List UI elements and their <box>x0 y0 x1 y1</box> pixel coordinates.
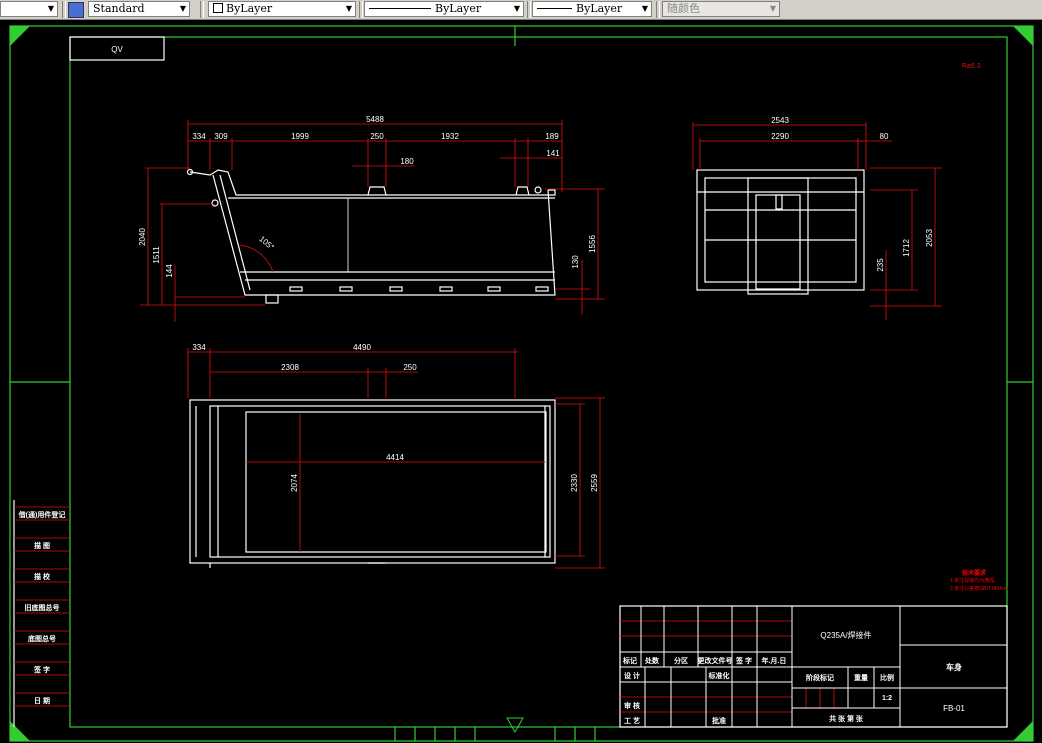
dimension-label: 标准化 <box>708 671 730 680</box>
dimension-label: 1712 <box>902 239 911 257</box>
dimension-label: 技术要求 <box>962 569 987 577</box>
dimension-label: 分区 <box>674 656 688 665</box>
title-block: Q235A/焊接件 车身 FB-01 标记 处数 分区 更改文件号 签 字 年.… <box>619 605 1008 728</box>
line-sample-icon <box>369 8 431 9</box>
centering-mark <box>506 717 524 734</box>
text-style-dropdown[interactable]: Standard ▼ <box>88 1 190 17</box>
corner-mark <box>10 721 30 741</box>
dimension-label: 180 <box>400 157 414 166</box>
dimension-label: 334 <box>192 132 206 141</box>
dimension-label: 80 <box>880 132 889 141</box>
end-view: 2543 2290 80 235 1712 2053 <box>692 116 942 320</box>
dimension-label: 底图总号 <box>28 634 56 643</box>
dimension-label: 4414 <box>386 453 404 462</box>
dimension-label: 250 <box>403 363 417 372</box>
part-name: 车身 <box>946 662 962 672</box>
surface-roughness-mark: Ra6.3 <box>962 63 981 70</box>
plotstyle-dropdown: 随颜色 ▼ <box>662 1 780 17</box>
dimension-label: 130 <box>571 255 580 269</box>
dimension-label: 1556 <box>588 235 597 253</box>
text-style-icon[interactable] <box>68 2 84 18</box>
dimension-label: 描 校 <box>34 572 51 581</box>
top-view: 334 4490 2308 250 4414 2074 2330 2559 <box>187 343 605 569</box>
dimension-label: 2.未注公差按GB/T1804-m <box>950 585 1008 592</box>
dimension-label: 审 核 <box>624 701 640 710</box>
dimension-label: 日 期 <box>34 696 50 705</box>
chevron-down-icon: ▼ <box>47 4 54 13</box>
dimension-label: 2330 <box>570 474 579 492</box>
dimension-label: 重量 <box>854 673 868 682</box>
dimension-label: 2543 <box>771 116 789 125</box>
dimension-label: 比例 <box>880 673 894 682</box>
dimension-label: 2053 <box>925 229 934 247</box>
side-view: 5488 334 309 1999 250 1932 189 180 141 2… <box>138 115 605 322</box>
dimension-label: 5488 <box>366 115 384 124</box>
corner-mark <box>10 26 30 46</box>
color-value: ByLayer <box>226 2 273 15</box>
dimension-label: 阶段标记 <box>806 673 834 682</box>
side-register-table: 借(通)用件登记 描 图 描 校 旧底图总号 底图总号 签 字 日 期 <box>13 500 70 727</box>
lineweight-dropdown[interactable]: ByLayer ▼ <box>532 1 652 17</box>
dimension-label: 1:2 <box>882 695 892 702</box>
dimension-label: 334 <box>192 343 206 352</box>
corner-mark <box>1013 721 1033 741</box>
dimension-label: 工 艺 <box>624 716 640 725</box>
layer-dropdown[interactable]: ▼ <box>0 1 58 17</box>
dimension-label: 旧底图总号 <box>25 603 60 612</box>
dimension-label: 250 <box>370 132 384 141</box>
dimension-label: 更改文件号 <box>698 656 733 665</box>
dimension-label: 2559 <box>590 474 599 492</box>
dimension-label: 235 <box>876 258 885 272</box>
dimension-label: 309 <box>214 132 228 141</box>
line-sample-icon <box>537 8 572 9</box>
dimension-label: 2290 <box>771 132 789 141</box>
corner-mark <box>1013 26 1033 46</box>
dimension-label: 签 字 <box>33 665 50 674</box>
dimension-label: 批准 <box>712 716 726 725</box>
dimension-label: 处数 <box>644 656 660 665</box>
drawing-canvas[interactable]: QV Ra6.3 5488 334 309 1999 250 1932 189 … <box>0 20 1042 743</box>
dimension-label: 2040 <box>138 228 147 246</box>
dimension-label: 2308 <box>281 363 299 372</box>
text-style-value: Standard <box>93 2 145 15</box>
material-text: Q235A/焊接件 <box>820 630 871 640</box>
inner-border <box>69 36 1008 728</box>
dimension-label: 签 字 <box>735 656 752 665</box>
dimension-label: 1932 <box>441 132 459 141</box>
drawing-number: FB-01 <box>943 704 965 713</box>
dimension-label: 1511 <box>152 246 161 264</box>
linetype-value: ByLayer <box>435 2 482 15</box>
dimension-label: 借(通)用件登记 <box>18 510 66 519</box>
dimension-label: 4490 <box>353 343 371 352</box>
dimension-label: 1999 <box>291 132 309 141</box>
color-dropdown[interactable]: ByLayer ▼ <box>208 1 356 17</box>
dimension-label: 设 计 <box>624 671 640 680</box>
plotstyle-value: 随颜色 <box>667 2 700 15</box>
dimension-label: 共 张 第 张 <box>829 714 864 723</box>
dimension-label: 2074 <box>290 474 299 492</box>
dimension-label: 141 <box>546 149 560 158</box>
dimension-label: 标记 <box>622 656 637 665</box>
dimension-label: 105° <box>257 234 275 252</box>
dimension-label: 描 图 <box>34 541 50 550</box>
properties-toolbar: ▼ Standard ▼ ByLayer ▼ ByLayer ▼ ByLayer ▼ 随… <box>0 0 1042 20</box>
corner-label: QV <box>111 45 123 54</box>
linetype-dropdown[interactable]: ByLayer ▼ <box>364 1 524 17</box>
color-swatch-icon <box>213 3 223 13</box>
technical-notes: 技术要求 1.未注焊缝均为满焊。 2.未注公差按GB/T1804-m <box>950 569 1008 592</box>
dimension-label: 144 <box>165 264 174 278</box>
dimension-label: 189 <box>545 132 559 141</box>
lineweight-value: ByLayer <box>576 2 623 15</box>
dimension-label: 1.未注焊缝均为满焊。 <box>950 577 999 584</box>
dimension-label: 年.月.日 <box>762 656 787 665</box>
